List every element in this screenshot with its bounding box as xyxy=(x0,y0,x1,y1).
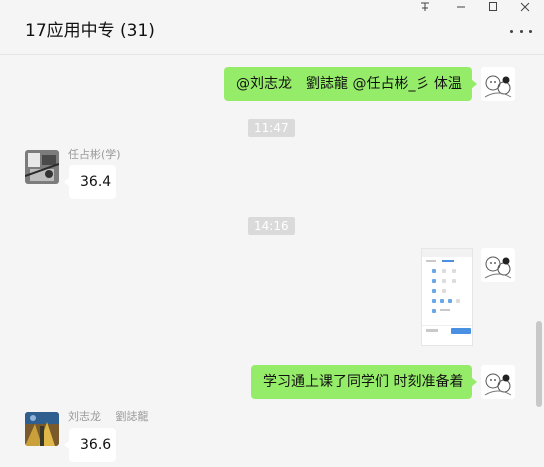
chat-area[interactable]: @刘志龙 劉誌龍 @任占彬_彡 体温 11:47 任占彬(学) 36.4 14:… xyxy=(0,55,544,467)
close-button[interactable] xyxy=(510,0,540,14)
timestamp: 11:47 xyxy=(248,119,295,137)
title-bar: 17应用中专 (31) xyxy=(0,0,544,55)
pin-button[interactable] xyxy=(410,0,440,14)
sender-name: 任占彬(学) xyxy=(68,148,121,161)
message-bubble-self[interactable]: 学习通上课了同学们 时刻准备着 xyxy=(251,365,477,399)
more-options-button[interactable] xyxy=(510,26,532,36)
sender-name: 刘志龙 劉誌龍 xyxy=(68,410,149,423)
photo-avatar-icon xyxy=(25,412,59,446)
image-message[interactable] xyxy=(421,248,473,346)
timestamp: 14:16 xyxy=(248,217,295,235)
cartoon-avatar-icon xyxy=(481,365,515,399)
cartoon-avatar-icon xyxy=(481,248,515,282)
pin-icon xyxy=(421,2,429,11)
photo-avatar-icon xyxy=(25,150,59,184)
minimize-icon xyxy=(457,6,465,8)
maximize-button[interactable] xyxy=(478,0,508,14)
message-bubble-other[interactable]: 36.4 xyxy=(64,165,116,199)
message-bubble-self[interactable]: @刘志龙 劉誌龍 @任占彬_彡 体温 xyxy=(224,67,477,101)
chat-title: 17应用中专 (31) xyxy=(25,21,155,41)
cartoon-avatar-icon xyxy=(481,67,515,101)
avatar-self[interactable] xyxy=(481,365,515,399)
message-bubble-other[interactable]: 36.6 xyxy=(64,428,116,462)
maximize-icon xyxy=(489,2,497,11)
minimize-button[interactable] xyxy=(446,0,476,14)
close-icon xyxy=(520,2,530,12)
avatar-other[interactable] xyxy=(25,412,59,446)
screenshot-thumbnail xyxy=(422,249,472,345)
avatar-other[interactable] xyxy=(25,150,59,184)
avatar-self[interactable] xyxy=(481,248,515,282)
scrollbar[interactable] xyxy=(536,321,542,407)
more-icon xyxy=(510,29,513,33)
avatar-self[interactable] xyxy=(481,67,515,101)
